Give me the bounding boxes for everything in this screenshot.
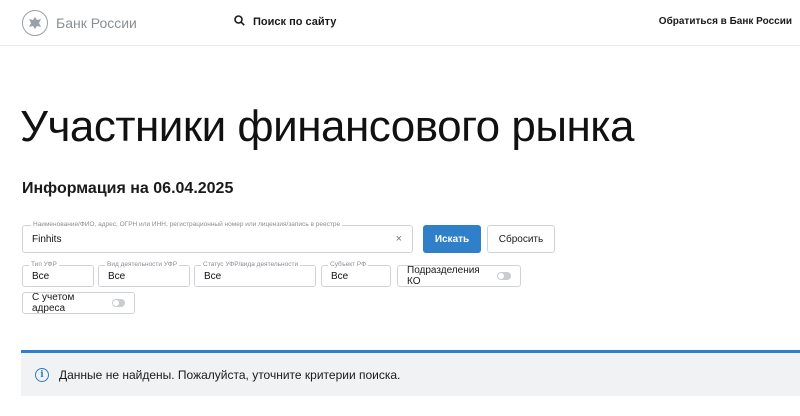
- filter-value: Все: [331, 271, 349, 282]
- toggle-switch[interactable]: [111, 299, 125, 307]
- toggle-address[interactable]: С учетом адреса: [22, 292, 135, 314]
- toggle-switch[interactable]: [497, 272, 511, 280]
- toggle-branches[interactable]: Подразделения КО: [397, 265, 521, 287]
- reset-button[interactable]: Сбросить: [487, 225, 555, 253]
- site-header: Банк России Поиск по сайту Обратиться в …: [0, 0, 800, 46]
- toggle-address-label: С учетом адреса: [32, 292, 75, 314]
- filter-label: Субъект РФ: [328, 261, 369, 268]
- contact-bank-link[interactable]: Обратиться в Банк России: [659, 16, 792, 27]
- filter-status[interactable]: Статус УФР/вида деятельности Все: [194, 261, 316, 287]
- bank-logo[interactable]: Банк России: [22, 10, 137, 36]
- search-icon: [234, 15, 245, 29]
- filter-label: Тип УФР: [29, 261, 59, 268]
- alert-message: Данные не найдены. Пожалуйста, уточните …: [59, 367, 401, 382]
- filter-value: Все: [108, 271, 126, 282]
- site-search-label: Поиск по сайту: [253, 16, 337, 28]
- filter-value: Все: [32, 271, 50, 282]
- filter-region[interactable]: Субъект РФ Все: [321, 261, 391, 287]
- site-search-link[interactable]: Поиск по сайту: [234, 15, 336, 29]
- logo-text: Банк России: [56, 15, 137, 31]
- search-input-label: Наименование/ФИО, адрес, ОГРН или ИНН, р…: [31, 221, 343, 228]
- toggle-branches-label: Подразделения КО: [407, 265, 480, 287]
- info-date-heading: Информация на 06.04.2025: [22, 180, 234, 197]
- filter-label: Статус УФР/вида деятельности: [201, 261, 301, 268]
- close-icon[interactable]: ×: [396, 233, 402, 245]
- search-input-value[interactable]: Finhits: [32, 234, 61, 245]
- filter-label: Вид деятельности УФР: [105, 261, 180, 268]
- search-input[interactable]: Наименование/ФИО, адрес, ОГРН или ИНН, р…: [22, 221, 413, 253]
- info-icon: i: [35, 367, 49, 382]
- filter-value: Все: [204, 271, 222, 282]
- search-button[interactable]: Искать: [423, 225, 481, 253]
- page-title: Участники финансового рынка: [20, 102, 634, 151]
- filter-activity-type[interactable]: Вид деятельности УФР Все: [98, 261, 190, 287]
- eagle-emblem-icon: [22, 10, 48, 36]
- filter-ufr-type[interactable]: Тип УФР Все: [22, 261, 94, 287]
- no-results-alert: i Данные не найдены. Пожалуйста, уточнит…: [21, 350, 800, 396]
